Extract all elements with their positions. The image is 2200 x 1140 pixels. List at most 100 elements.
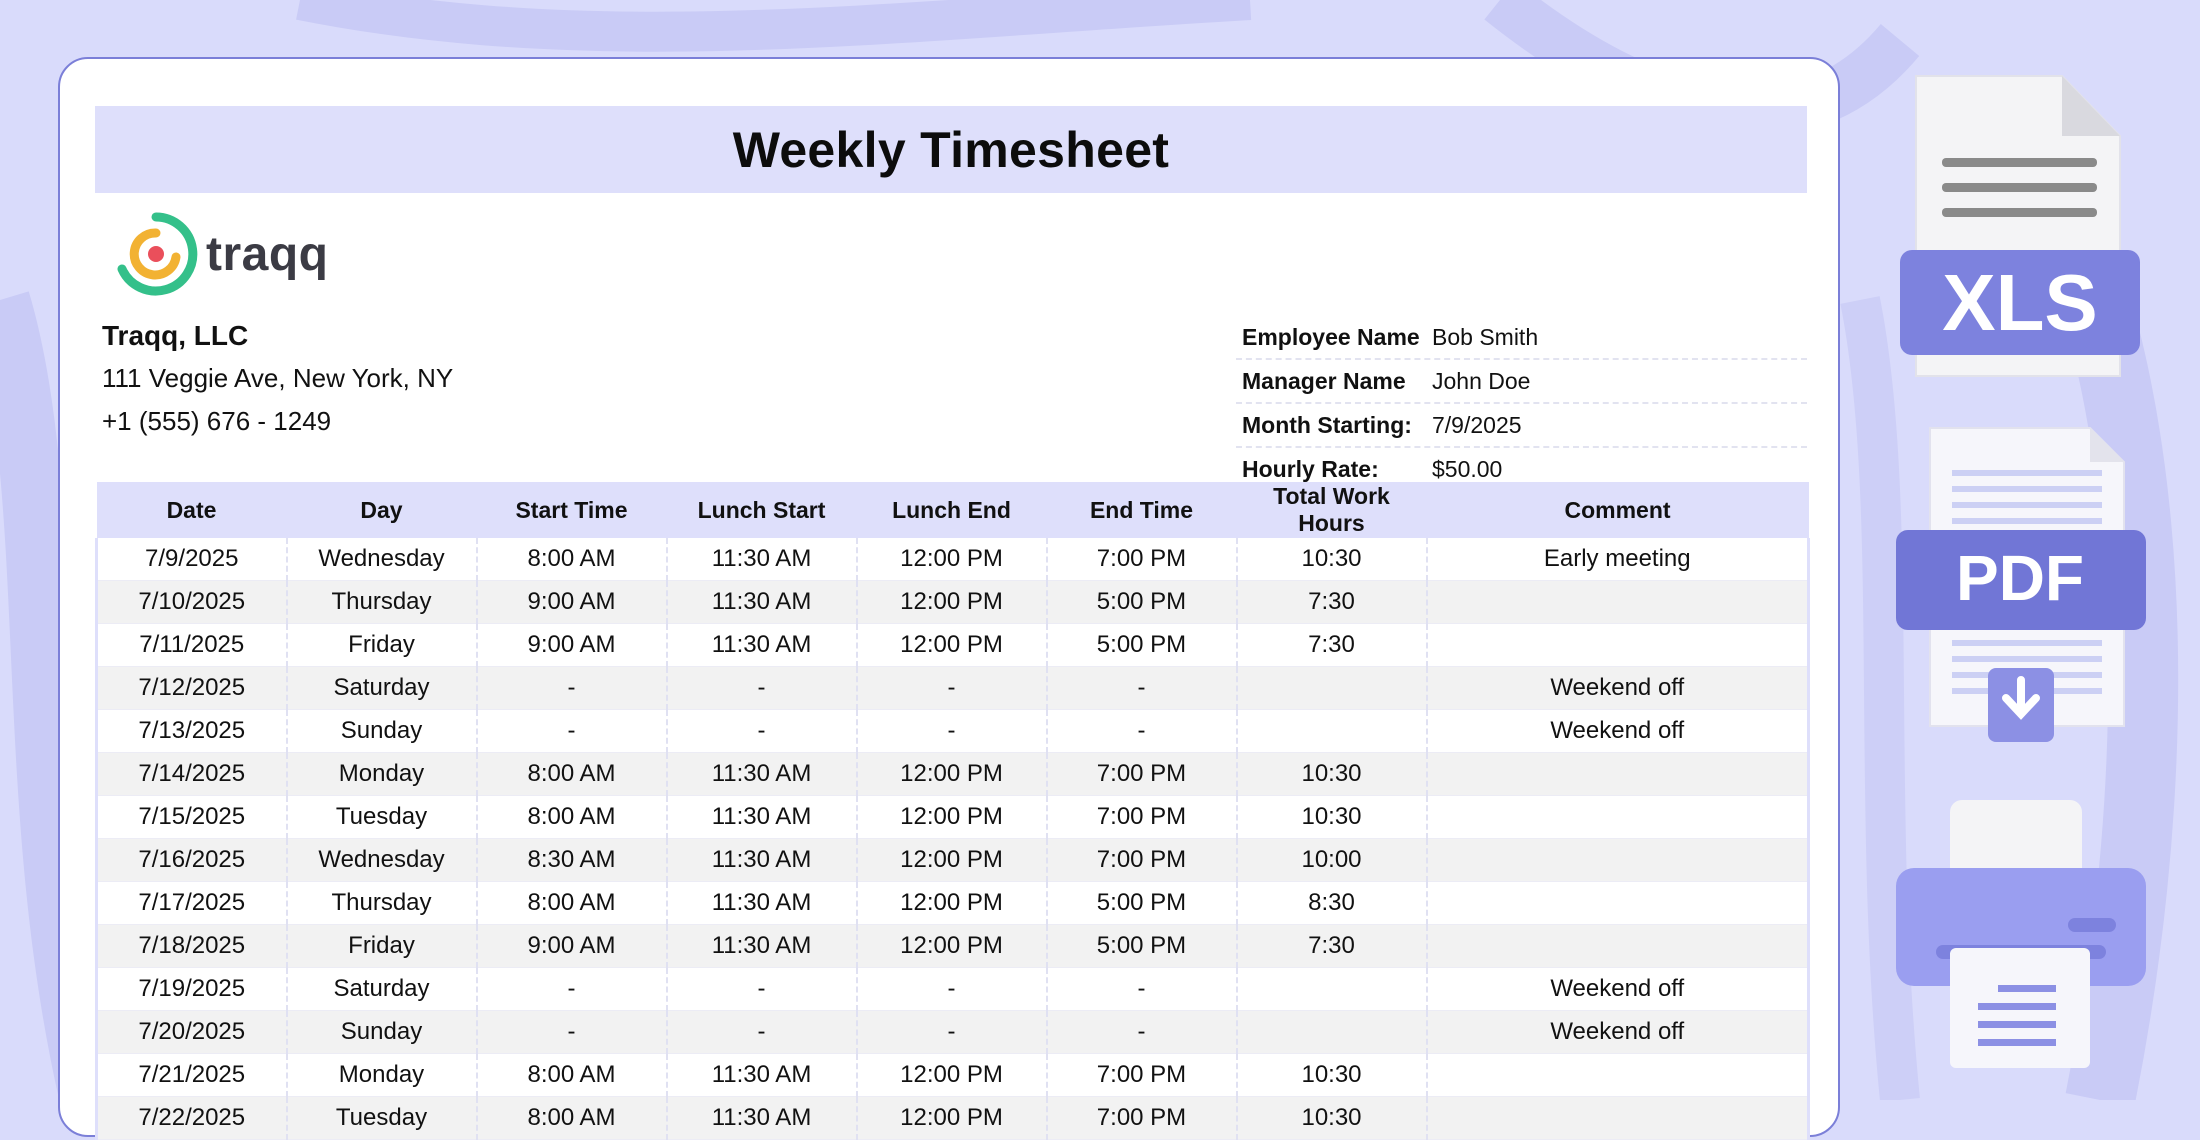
column-header-end-time: End Time xyxy=(1046,482,1237,538)
cell-total-hours: 10:30 xyxy=(1236,795,1428,839)
cell-lunch-start: 11:30 AM xyxy=(666,924,858,968)
cell-lunch-start: 11:30 AM xyxy=(666,881,858,925)
cell-lunch-end: - xyxy=(856,967,1048,1011)
cell-lunch-end: - xyxy=(856,709,1048,753)
cell-comment xyxy=(1426,580,1810,624)
cell-lunch-end: - xyxy=(856,1010,1048,1054)
cell-date: 7/20/2025 xyxy=(95,1010,288,1054)
cell-lunch-end: 12:00 PM xyxy=(856,752,1048,796)
info-row-employee: Employee Name Bob Smith xyxy=(1236,316,1807,360)
cell-end-time: 7:00 PM xyxy=(1046,1096,1238,1140)
column-header-lunch-end: Lunch End xyxy=(856,482,1047,538)
table-row: 7/19/2025 Saturday - - - - Weekend off xyxy=(95,967,1810,1011)
table-row: 7/17/2025 Thursday 8:00 AM 11:30 AM 12:00 PM… xyxy=(95,881,1810,925)
cell-lunch-start: 11:30 AM xyxy=(666,1096,858,1140)
printer-icon[interactable] xyxy=(1896,800,2146,1068)
cell-start-time: - xyxy=(476,1010,668,1054)
cell-end-time: 7:00 PM xyxy=(1046,538,1238,581)
cell-comment: Weekend off xyxy=(1426,967,1810,1011)
cell-lunch-start: 11:30 AM xyxy=(666,838,858,882)
cell-lunch-end: - xyxy=(856,666,1048,710)
cell-start-time: 9:00 AM xyxy=(476,580,668,624)
cell-day: Wednesday xyxy=(286,538,478,581)
cell-day: Wednesday xyxy=(286,838,478,882)
timesheet-document: Weekly Timesheet traqq Traqq, LLC 111 Ve… xyxy=(58,57,1840,1140)
cell-comment xyxy=(1426,881,1810,925)
cell-date: 7/9/2025 xyxy=(95,538,288,581)
page-title: Weekly Timesheet xyxy=(732,121,1170,178)
logo-text: traqq xyxy=(206,227,329,281)
title-bar: Weekly Timesheet xyxy=(95,106,1807,193)
cell-day: Friday xyxy=(286,623,478,667)
cell-lunch-start: 11:30 AM xyxy=(666,752,858,796)
column-header-start-time: Start Time xyxy=(476,482,667,538)
table-row: 7/13/2025 Sunday - - - - Weekend off xyxy=(95,709,1810,753)
info-value: Bob Smith xyxy=(1432,323,1539,350)
cell-lunch-end: 12:00 PM xyxy=(856,881,1048,925)
cell-lunch-start: - xyxy=(666,666,858,710)
cell-date: 7/22/2025 xyxy=(95,1096,288,1140)
cell-lunch-end: 12:00 PM xyxy=(856,1053,1048,1097)
traqq-logo-icon xyxy=(117,212,198,296)
cell-date: 7/11/2025 xyxy=(95,623,288,667)
cell-day: Saturday xyxy=(286,967,478,1011)
cell-comment xyxy=(1426,924,1810,968)
column-header-comment: Comment xyxy=(1426,482,1809,538)
cell-date: 7/19/2025 xyxy=(95,967,288,1011)
cell-end-time: 5:00 PM xyxy=(1046,881,1238,925)
column-header-day: Day xyxy=(286,482,477,538)
cell-total-hours xyxy=(1236,666,1428,710)
pdf-download-icon[interactable]: PDF xyxy=(1896,427,2146,742)
company-info: Traqq, LLC 111 Veggie Ave, New York, NY … xyxy=(102,314,453,443)
employee-info: Employee Name Bob Smith Manager Name Joh… xyxy=(1236,316,1807,492)
cell-start-time: 9:00 AM xyxy=(476,924,668,968)
info-label: Month Starting: xyxy=(1242,411,1412,438)
cell-end-time: 5:00 PM xyxy=(1046,924,1238,968)
cell-start-time: 8:00 AM xyxy=(476,752,668,796)
table-row: 7/14/2025 Monday 8:00 AM 11:30 AM 12:00 PM 7:… xyxy=(95,752,1810,796)
cell-start-time: 8:00 AM xyxy=(476,881,668,925)
table-row: 7/15/2025 Tuesday 8:00 AM 11:30 AM 12:00 PM 7… xyxy=(95,795,1810,839)
table-row: 7/9/2025 Wednesday 8:00 AM 11:30 AM 12:00 PM… xyxy=(95,538,1810,581)
cell-lunch-start: 11:30 AM xyxy=(666,580,858,624)
cell-comment xyxy=(1426,623,1810,667)
company-logo: traqq xyxy=(112,211,329,297)
pdf-label: PDF xyxy=(1956,542,2084,614)
cell-lunch-start: 11:30 AM xyxy=(666,538,858,581)
company-address: 111 Veggie Ave, New York, NY xyxy=(102,363,454,393)
cell-start-time: 8:00 AM xyxy=(476,538,668,581)
cell-end-time: - xyxy=(1046,709,1238,753)
column-header-total-hours: Total Work Hours xyxy=(1236,482,1427,538)
xls-label: XLS xyxy=(1942,258,2098,347)
cell-end-time: 5:00 PM xyxy=(1046,580,1238,624)
cell-total-hours: 10:30 xyxy=(1236,1096,1428,1140)
cell-total-hours: 8:30 xyxy=(1236,881,1428,925)
cell-comment: Weekend off xyxy=(1426,709,1810,753)
cell-lunch-end: 12:00 PM xyxy=(856,623,1048,667)
cell-date: 7/12/2025 xyxy=(95,666,288,710)
cell-date: 7/13/2025 xyxy=(95,709,288,753)
column-header-date: Date xyxy=(96,482,287,538)
xls-file-icon[interactable]: XLS xyxy=(1900,75,2140,377)
cell-date: 7/16/2025 xyxy=(95,838,288,882)
cell-lunch-end: 12:00 PM xyxy=(856,538,1048,581)
cell-total-hours: 10:00 xyxy=(1236,838,1428,882)
table-row: 7/22/2025 Tuesday 8:00 AM 11:30 AM 12:00 PM 7… xyxy=(95,1096,1810,1140)
cell-total-hours: 7:30 xyxy=(1236,623,1428,667)
cell-lunch-start: - xyxy=(666,709,858,753)
cell-start-time: 8:00 AM xyxy=(476,1096,668,1140)
cell-end-time: - xyxy=(1046,967,1238,1011)
cell-total-hours: 7:30 xyxy=(1236,580,1428,624)
cell-day: Thursday xyxy=(286,881,478,925)
cell-lunch-start: - xyxy=(666,1010,858,1054)
cell-date: 7/10/2025 xyxy=(95,580,288,624)
info-value: $50.00 xyxy=(1432,455,1503,482)
cell-day: Sunday xyxy=(286,709,478,753)
cell-lunch-start: - xyxy=(666,967,858,1011)
cell-start-time: 8:00 AM xyxy=(476,795,668,839)
table-row: 7/18/2025 Friday 9:00 AM 11:30 AM 12:00 PM 5:… xyxy=(95,924,1810,968)
cell-start-time: 8:00 AM xyxy=(476,1053,668,1097)
cell-date: 7/15/2025 xyxy=(95,795,288,839)
cell-lunch-end: 12:00 PM xyxy=(856,1096,1048,1140)
cell-start-time: - xyxy=(476,709,668,753)
